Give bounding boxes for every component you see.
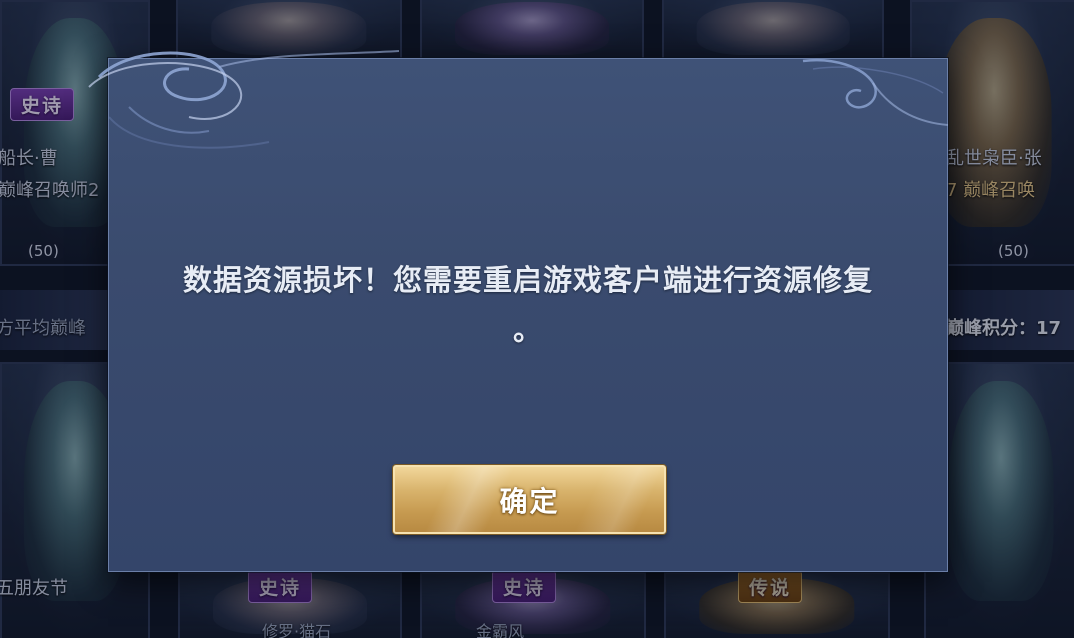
error-message-line: 数据资源损坏！您需要重启游戏客户端进行资源修复 (182, 263, 873, 297)
confirm-button[interactable]: 确定 (393, 465, 666, 534)
confirm-button-label: 确定 (499, 484, 560, 518)
cloud-swirl-icon (802, 58, 949, 126)
error-message: 数据资源损坏！您需要重启游戏客户端进行资源修复 。 (139, 255, 917, 355)
error-message-tail: 。 (512, 313, 543, 347)
error-dialog: 数据资源损坏！您需要重启游戏客户端进行资源修复 。 确定 (88, 50, 949, 572)
cloud-swirl-icon (88, 50, 400, 149)
game-screen: 史诗 船长·曹 巅峰召唤师2 (50) 方平均巅峰 五朋友节 乱世枭臣·张 7 … (0, 0, 1074, 638)
